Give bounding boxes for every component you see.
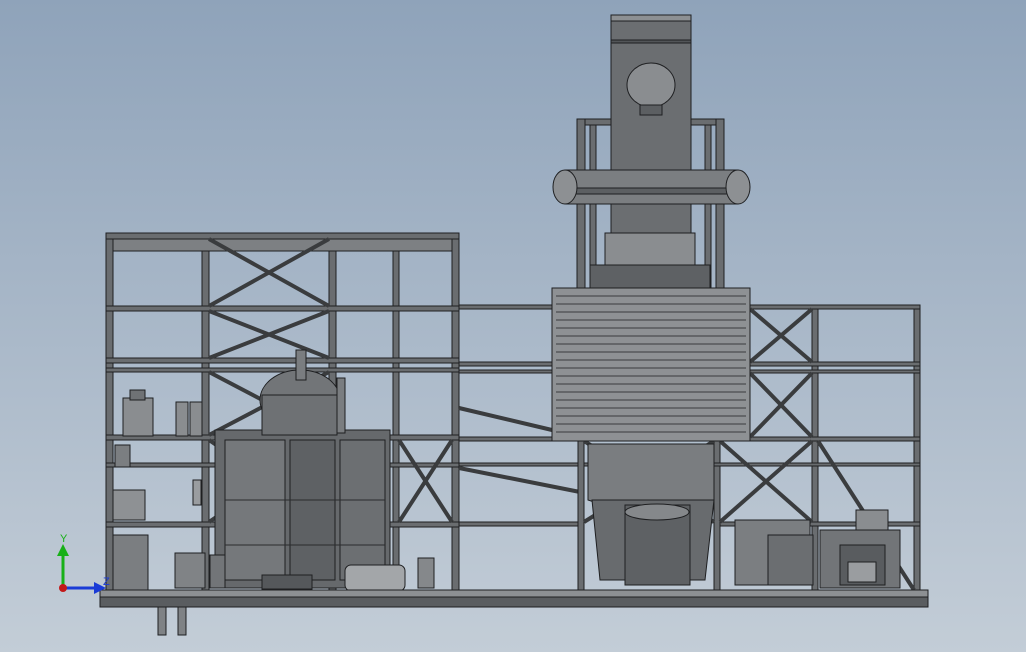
y-axis-label: Y bbox=[60, 533, 68, 545]
exhaust-stack bbox=[610, 14, 692, 266]
z-axis-label: Z bbox=[103, 576, 110, 588]
axis-triad: Y Z bbox=[57, 533, 110, 594]
hopper bbox=[587, 443, 715, 586]
x-axis-dot bbox=[59, 584, 67, 592]
base-slab bbox=[99, 589, 929, 636]
left-boiler-equipment bbox=[214, 349, 391, 589]
dust-collector bbox=[551, 287, 751, 442]
y-axis-arrow bbox=[57, 544, 69, 556]
cad-viewport[interactable]: Y Z bbox=[0, 0, 1026, 652]
